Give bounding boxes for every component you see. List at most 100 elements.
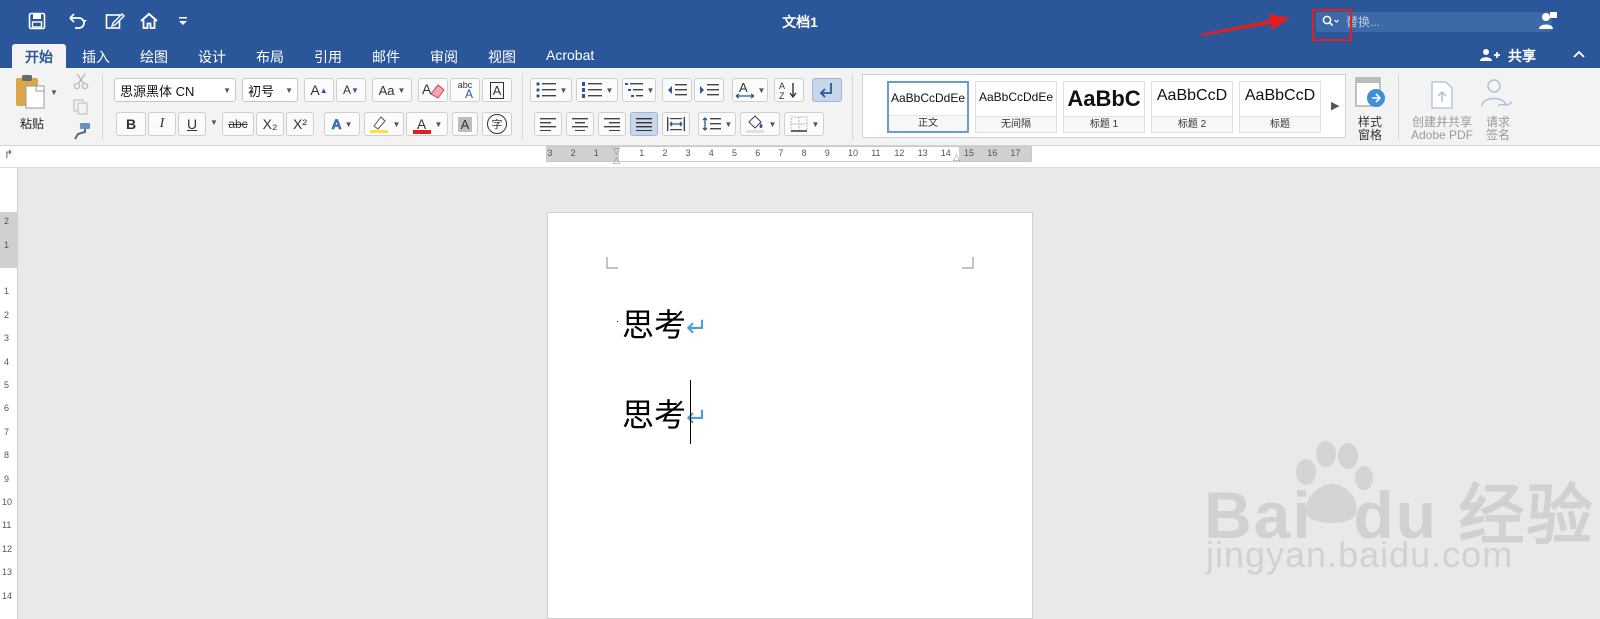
edit-icon[interactable] bbox=[104, 9, 126, 33]
horizontal-ruler[interactable]: 3 2 1 1 2 3 4 5 6 7 8 9 10 11 12 13 14 15 16 17 ▽ △ △ bbox=[546, 146, 1032, 165]
right-indent-icon[interactable]: △ bbox=[953, 152, 960, 163]
bold-button[interactable]: B bbox=[116, 112, 146, 136]
styles-pane-icon[interactable] bbox=[1354, 76, 1388, 115]
change-case-button[interactable]: Aa ▼ bbox=[372, 78, 412, 102]
create-pdf-icon[interactable] bbox=[1428, 78, 1458, 115]
collapse-ribbon-icon[interactable] bbox=[1572, 46, 1586, 62]
style-card-normal[interactable]: AaBbCcDdEe 正文 bbox=[887, 81, 969, 133]
cut-icon[interactable] bbox=[72, 72, 90, 95]
ruler-tick-label: 11 bbox=[2, 520, 12, 531]
ruler-tick-label: 1 bbox=[639, 148, 645, 158]
request-label-line2: 签名 bbox=[1485, 128, 1510, 142]
copy-icon[interactable] bbox=[72, 98, 90, 121]
create-pdf-label[interactable]: 创建并共享 Adobe PDF bbox=[1406, 116, 1478, 142]
borders-button[interactable]: ▼ bbox=[784, 112, 824, 136]
document-page[interactable] bbox=[547, 212, 1033, 619]
character-border-button[interactable]: A bbox=[482, 78, 512, 102]
tab-review[interactable]: 审阅 bbox=[430, 47, 458, 67]
customize-icon[interactable] bbox=[176, 9, 190, 33]
tab-references[interactable]: 引用 bbox=[314, 47, 342, 67]
tab-home[interactable]: 开始 bbox=[12, 44, 66, 68]
show-formatting-marks-button[interactable] bbox=[812, 78, 842, 102]
account-icon[interactable] bbox=[1536, 9, 1560, 33]
highlight-button[interactable]: ▼ bbox=[364, 112, 404, 136]
paste-icon[interactable] bbox=[14, 74, 48, 115]
paragraph-mark-icon bbox=[819, 83, 832, 98]
request-signature-label[interactable]: 请求 签名 bbox=[1478, 116, 1518, 142]
styles-more-arrow-icon[interactable]: ▶ bbox=[1331, 99, 1339, 112]
align-center-button[interactable] bbox=[566, 112, 594, 136]
distributed-button[interactable] bbox=[662, 112, 690, 136]
subscript-button[interactable]: X₂ bbox=[256, 112, 284, 136]
tab-draw[interactable]: 绘图 bbox=[140, 47, 168, 67]
tab-design[interactable]: 设计 bbox=[198, 47, 226, 67]
margin-corner-mark bbox=[606, 257, 618, 269]
superscript-button[interactable]: X² bbox=[286, 112, 314, 136]
styles-pane-label-line2: 窗格 bbox=[1357, 128, 1382, 142]
document-paragraph[interactable]: 思考↵ bbox=[622, 390, 708, 436]
align-right-button[interactable] bbox=[598, 112, 626, 136]
vertical-ruler[interactable]: 2 1 1 2 3 4 5 6 7 8 9 10 11 12 13 14 bbox=[0, 168, 18, 619]
document-paragraph[interactable]: 思考↵ bbox=[622, 300, 708, 346]
clear-formatting-button[interactable]: A bbox=[418, 78, 448, 102]
character-shading-button[interactable]: A bbox=[452, 112, 478, 136]
style-card-heading-2[interactable]: AaBbCcD 标题 2 bbox=[1151, 81, 1233, 133]
search-input[interactable] bbox=[1346, 15, 1536, 29]
format-painter-icon[interactable] bbox=[72, 122, 92, 145]
font-name-combo[interactable]: 思源黑体 CN ▼ bbox=[114, 78, 236, 102]
line-spacing-button[interactable]: ▼ bbox=[698, 112, 736, 136]
ruler-tick-label: 13 bbox=[2, 567, 13, 578]
create-pdf-label-line2: Adobe PDF bbox=[1410, 128, 1474, 142]
shading-button[interactable]: ▼ bbox=[740, 112, 780, 136]
italic-button[interactable]: I bbox=[148, 112, 176, 136]
tab-mailings[interactable]: 邮件 bbox=[372, 47, 400, 67]
style-card-title[interactable]: AaBbCcD 标题 bbox=[1239, 81, 1321, 133]
shrink-font-button[interactable]: A ▼ bbox=[336, 78, 366, 102]
font-color-button[interactable]: A ▼ bbox=[406, 112, 448, 136]
style-card-no-spacing[interactable]: AaBbCcDdEe 无间隔 bbox=[975, 81, 1057, 133]
numbering-button[interactable]: ▼ bbox=[576, 78, 618, 102]
bullets-button[interactable]: ▼ bbox=[530, 78, 572, 102]
ruler-tick-label: 11 bbox=[871, 148, 881, 158]
ruler-tick-label: 3 bbox=[685, 148, 691, 158]
share-button[interactable]: 共享 bbox=[1508, 46, 1536, 66]
text-effects-icon: A bbox=[331, 116, 342, 133]
styles-pane-label[interactable]: 样式 窗格 bbox=[1352, 116, 1388, 142]
phonetic-guide-button[interactable]: abc A bbox=[450, 78, 480, 102]
text-direction-button[interactable]: A ▼ bbox=[732, 78, 768, 102]
underline-button[interactable]: U bbox=[178, 112, 206, 136]
sort-button[interactable]: AZ bbox=[774, 78, 804, 102]
font-size-combo[interactable]: 初号 ▼ bbox=[242, 78, 298, 102]
ruler-tick-label: 9 bbox=[4, 473, 10, 484]
ruler-tick-label: 2 bbox=[4, 216, 10, 227]
add-person-icon[interactable] bbox=[1480, 48, 1500, 67]
tab-insert[interactable]: 插入 bbox=[82, 47, 110, 67]
grow-font-button[interactable]: A ▲ bbox=[304, 78, 334, 102]
strikethrough-button[interactable]: abc bbox=[222, 112, 254, 136]
ruler-tick-label: 10 bbox=[848, 148, 859, 158]
char-border-label: A bbox=[489, 81, 505, 99]
decrease-indent-button[interactable] bbox=[662, 78, 692, 102]
tab-stop-selector-icon[interactable]: ↱ bbox=[4, 148, 13, 161]
enclose-characters-button[interactable]: 字 bbox=[482, 112, 512, 136]
text-effects-button[interactable]: A ▼ bbox=[324, 112, 360, 136]
underline-dropdown-icon[interactable]: ▼ bbox=[210, 118, 218, 127]
save-icon[interactable] bbox=[26, 9, 48, 33]
request-signature-icon[interactable] bbox=[1480, 78, 1514, 115]
multilevel-list-button[interactable]: ▼ bbox=[622, 78, 656, 102]
tab-acrobat[interactable]: Acrobat bbox=[546, 47, 594, 63]
home-icon[interactable] bbox=[138, 9, 160, 33]
tab-layout[interactable]: 布局 bbox=[256, 47, 284, 67]
styles-gallery: AaBbCcDdEe 正文 AaBbCcDdEe 无间隔 AaBbC 标题 1 … bbox=[862, 74, 1346, 138]
tab-view[interactable]: 视图 bbox=[488, 47, 516, 67]
enclose-label: 字 bbox=[487, 114, 507, 134]
ruler-tick-label: 4 bbox=[708, 148, 714, 158]
paragraph-return-mark-icon: ↵ bbox=[686, 313, 708, 343]
justify-button[interactable] bbox=[630, 112, 658, 136]
align-left-button[interactable] bbox=[534, 112, 562, 136]
increase-indent-button[interactable] bbox=[694, 78, 724, 102]
style-card-heading-1[interactable]: AaBbC 标题 1 bbox=[1063, 81, 1145, 133]
hanging-indent-icon[interactable]: △ bbox=[613, 155, 620, 166]
paste-dropdown-icon[interactable]: ▼ bbox=[50, 88, 58, 97]
undo-icon[interactable] bbox=[60, 9, 94, 33]
